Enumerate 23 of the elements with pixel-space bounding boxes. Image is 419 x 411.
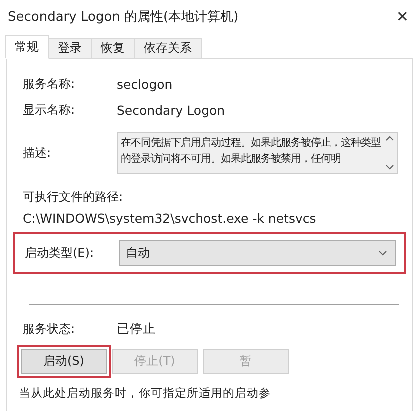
path-value: C:\WINDOWS\system32\svchost.exe -k netsvcs [23, 211, 318, 226]
window-title: Secondary Logon 的属性(本地计算机) [8, 9, 239, 26]
scroll-up-icon[interactable] [386, 136, 394, 141]
tab[interactable]: 恢复 [91, 38, 135, 58]
description-box[interactable]: 在不同凭据下启用启动过程。如果此服务被停止，这种类型的登录访问将不可用。如果此服务被禁用，任何明 [117, 132, 398, 174]
chevron-down-icon[interactable] [379, 250, 387, 256]
status-label: 服务状态: [23, 320, 76, 338]
field-value: seclogon [117, 76, 173, 92]
scroll-down-icon[interactable] [386, 165, 394, 170]
field-value: Secondary Logon [117, 102, 226, 118]
path-label: 可执行文件的路径: [23, 189, 124, 206]
startup-type-label: 启动类型(E): [25, 244, 95, 262]
tab[interactable]: 常规 [5, 35, 49, 59]
field-label: 显示名称: [23, 102, 76, 118]
startup-type-dropdown[interactable]: 自动 [119, 240, 396, 266]
hint-text: 当从此处启动服务时，你可指定所适用的启动参 [19, 386, 272, 401]
status-value: 已停止 [117, 320, 156, 338]
field-label: 服务名称: [23, 76, 76, 92]
service-button[interactable]: 启动(S) [21, 349, 107, 374]
tab[interactable]: 登录 [48, 38, 92, 58]
description-label: 描述: [23, 144, 52, 162]
close-button[interactable]: ✕ [396, 8, 411, 26]
tab[interactable]: 依存关系 [134, 38, 202, 58]
